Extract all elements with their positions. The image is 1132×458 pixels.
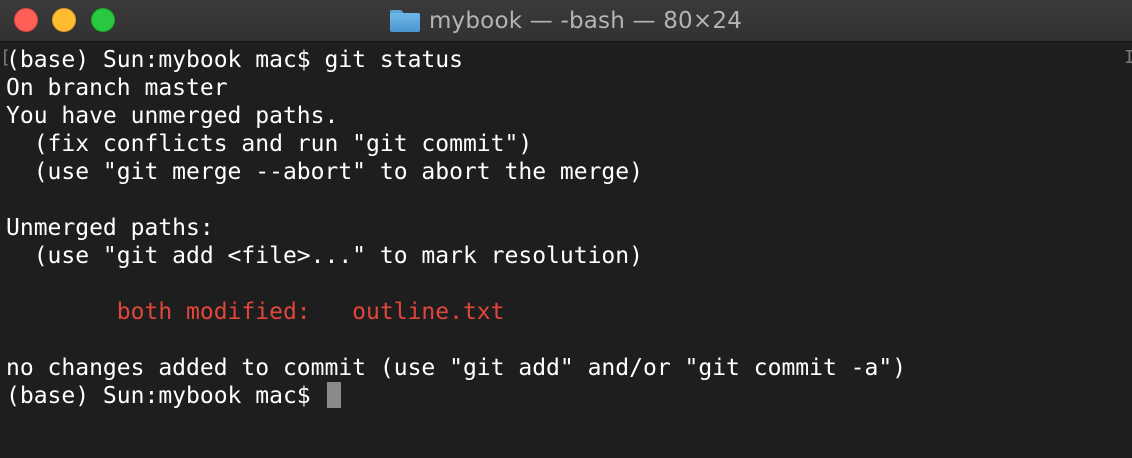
folder-icon xyxy=(389,10,420,32)
output-line: no changes added to commit (use "git add… xyxy=(6,355,907,381)
prompt-line[interactable]: (base) Sun:mybook mac$ xyxy=(6,381,1121,410)
output-line: (use "git merge --abort" to abort the me… xyxy=(6,159,643,185)
output-line: On branch master xyxy=(6,75,228,101)
output-line: You have unmerged paths. xyxy=(6,103,339,129)
conflict-file-line: both modified: outline.txt xyxy=(6,299,505,325)
text-cursor-marker-right: I xyxy=(1124,47,1132,68)
title-bar[interactable]: mybook — -bash — 80×24 xyxy=(0,0,1132,42)
window-title: mybook — -bash — 80×24 xyxy=(428,7,743,34)
command-line: (base) Sun:mybook mac$ git status xyxy=(6,47,463,73)
terminal-output[interactable]: (base) Sun:mybook mac$ git status On bra… xyxy=(6,46,1121,454)
output-line: Unmerged paths: xyxy=(6,215,214,241)
window-title-group: mybook — -bash — 80×24 xyxy=(0,0,1132,41)
output-line: (fix conflicts and run "git commit") xyxy=(6,131,533,157)
output-line: (use "git add <file>..." to mark resolut… xyxy=(6,243,643,269)
block-cursor xyxy=(326,381,341,408)
terminal-window: mybook — -bash — 80×24 [ I (base) Sun:my… xyxy=(0,0,1132,458)
shell-prompt: (base) Sun:mybook mac$ xyxy=(6,383,325,409)
